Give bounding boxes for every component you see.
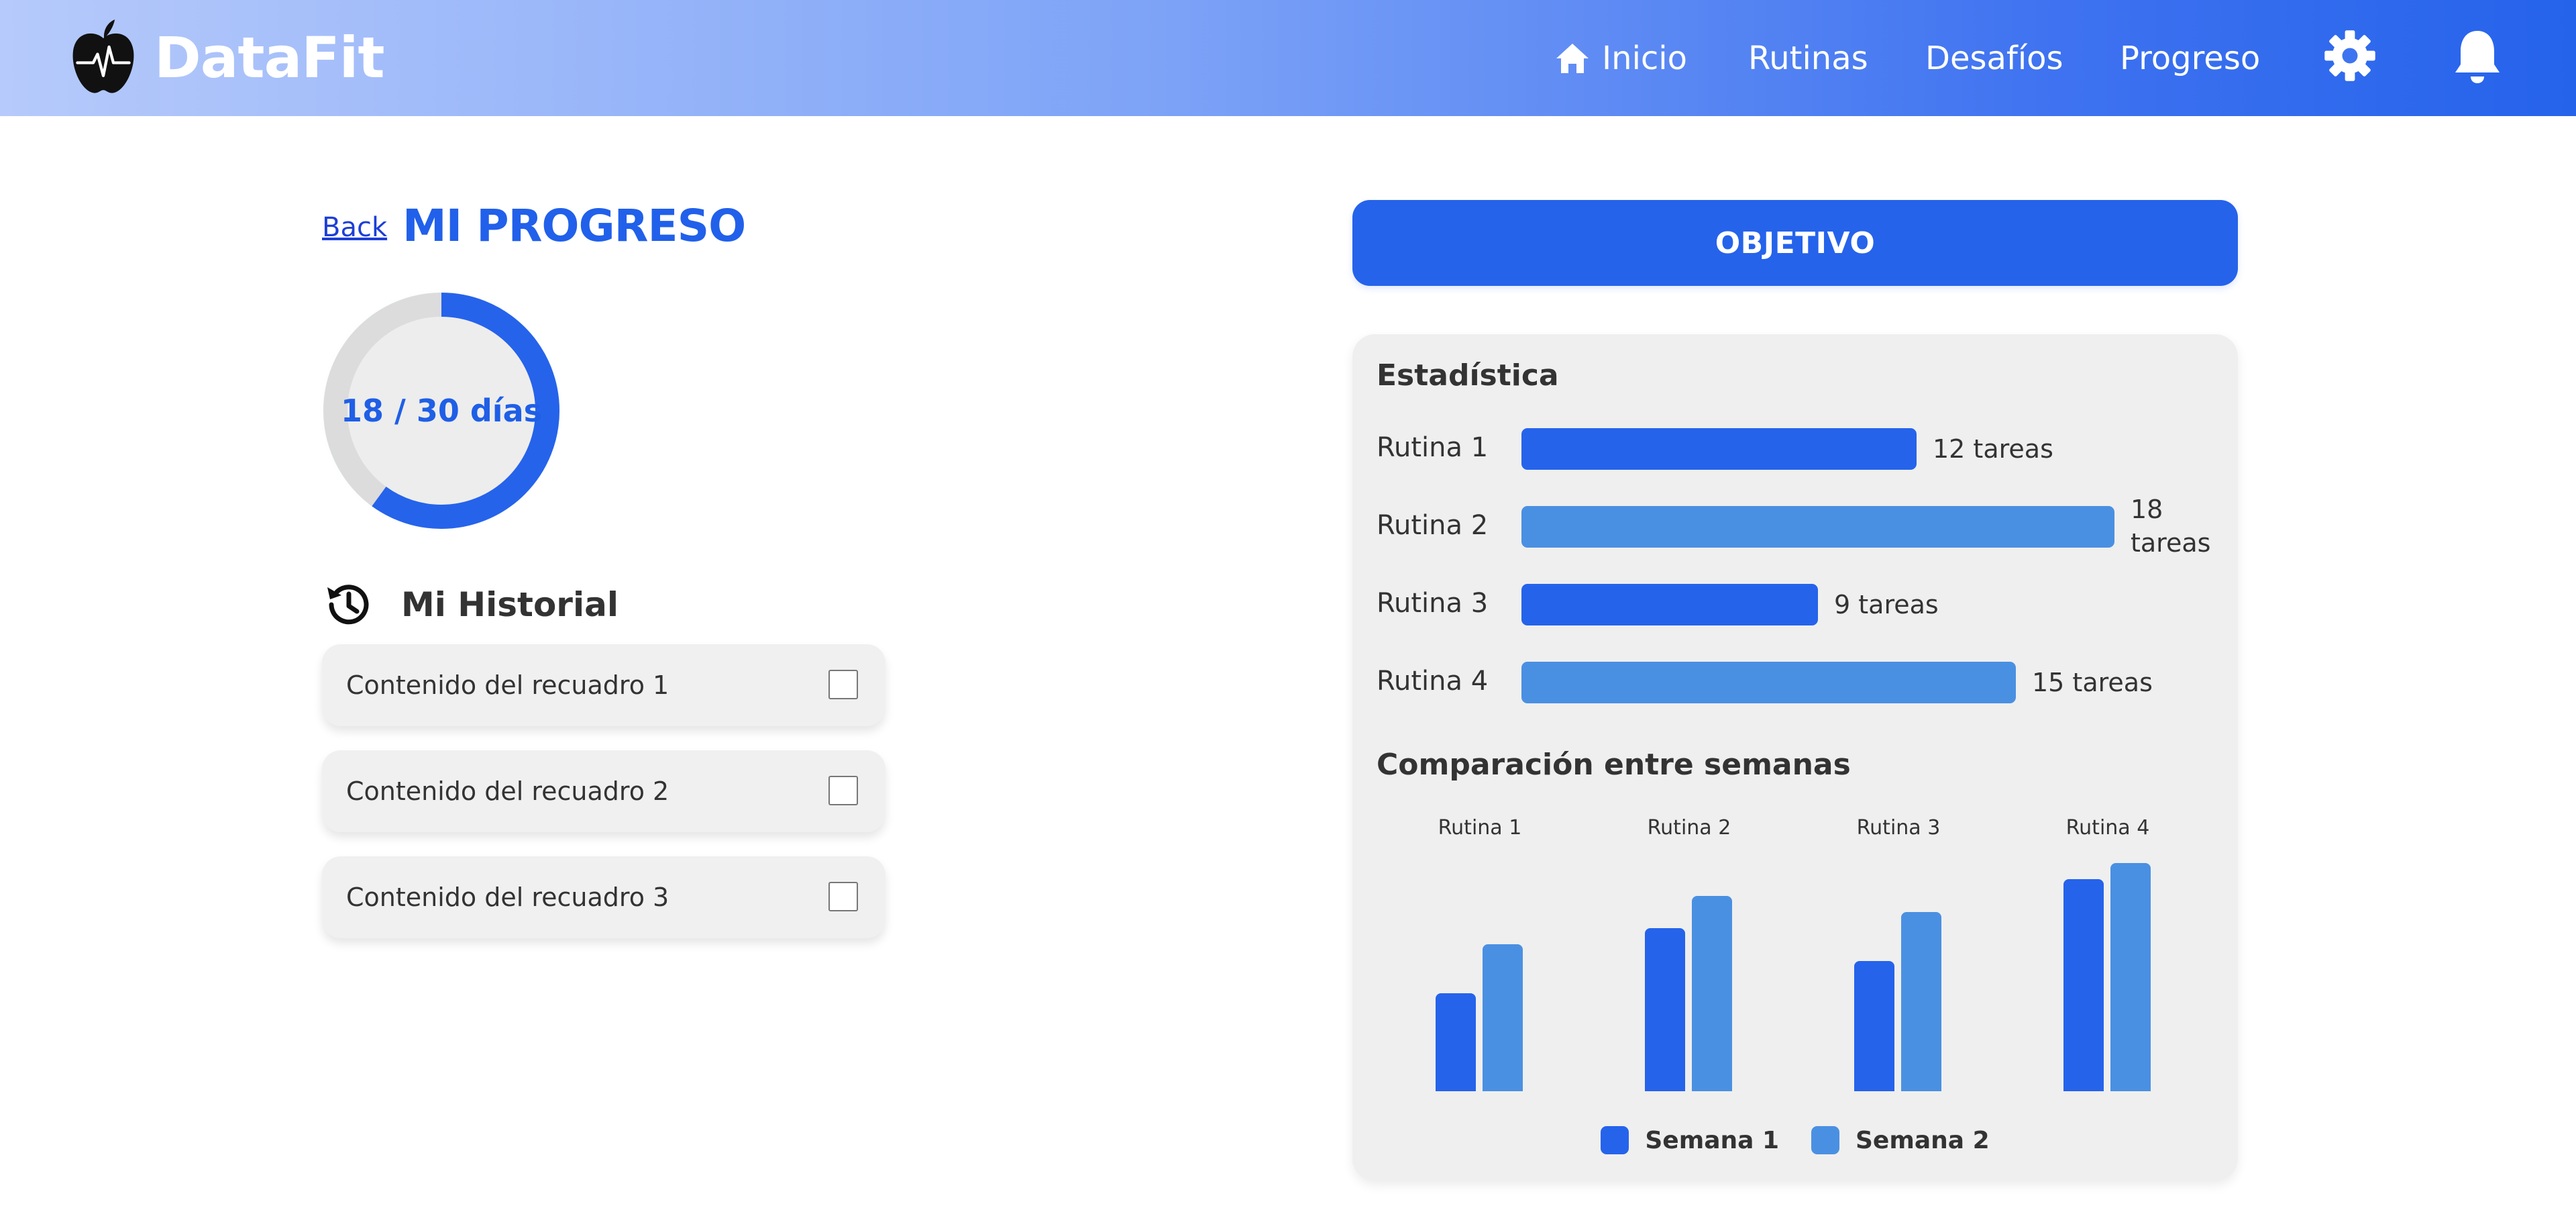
history-title: Mi Historial bbox=[401, 585, 619, 624]
progress-ring-label: 18 / 30 días bbox=[341, 393, 542, 429]
nav-inicio[interactable]: Inicio bbox=[1554, 35, 1687, 82]
statistics-card: Estadística Rutina 1 12 tareas Rutina 2 18 … bbox=[1352, 334, 2238, 1181]
comparison-bar bbox=[1483, 944, 1523, 1091]
routine-bar bbox=[1521, 662, 2016, 703]
routine-bar-value: 18 tareas bbox=[2131, 495, 2211, 558]
routine-bar bbox=[1521, 506, 2114, 548]
history-item[interactable]: Contenido del recuadro 1 bbox=[322, 644, 885, 726]
history-item-checkbox[interactable] bbox=[828, 882, 858, 911]
comparison-category-label: Rutina 2 bbox=[1647, 816, 1731, 840]
back-link[interactable]: Back bbox=[322, 212, 387, 243]
routine-bar bbox=[1521, 428, 1917, 470]
history-item-checkbox[interactable] bbox=[828, 776, 858, 805]
history-item-text: Contenido del recuadro 3 bbox=[346, 883, 669, 912]
routine-bar-label: Rutina 2 bbox=[1377, 510, 1489, 541]
top-navigation-bar: DataFit Inicio Rutinas Desafíos Progreso bbox=[0, 0, 2576, 116]
legend-swatch bbox=[1601, 1126, 1629, 1154]
nav-progreso[interactable]: Progreso bbox=[2120, 35, 2260, 82]
progress-ring: 18 / 30 días bbox=[314, 283, 569, 538]
gear-icon[interactable] bbox=[2322, 28, 2377, 83]
bell-icon[interactable] bbox=[2451, 27, 2504, 86]
home-icon bbox=[1556, 44, 1589, 73]
apple-heartbeat-logo-icon bbox=[72, 19, 134, 93]
comparison-category-label: Rutina 1 bbox=[1438, 816, 1522, 840]
routine-bar-value: 9 tareas bbox=[1834, 590, 1939, 619]
comparison-bar bbox=[2063, 879, 2104, 1091]
comparison-bar bbox=[1901, 912, 1941, 1091]
statistics-title: Estadística bbox=[1377, 358, 1559, 393]
comparison-title: Comparación entre semanas bbox=[1377, 748, 1851, 782]
comparison-category-label: Rutina 4 bbox=[2065, 816, 2150, 840]
nav-progreso-label: Progreso bbox=[2120, 40, 2261, 77]
legend-label: Semana 1 bbox=[1645, 1126, 1779, 1154]
routine-bar-value: 15 tareas bbox=[2032, 668, 2153, 697]
nav-desafios-label: Desafíos bbox=[1925, 40, 2063, 77]
history-item[interactable]: Contenido del recuadro 2 bbox=[322, 750, 885, 832]
routine-bar-label: Rutina 4 bbox=[1377, 666, 1489, 697]
nav-inicio-label: Inicio bbox=[1602, 40, 1688, 77]
legend-item: Semana 2 bbox=[1811, 1126, 1990, 1154]
legend-swatch bbox=[1811, 1126, 1839, 1154]
comparison-bar bbox=[1692, 896, 1732, 1091]
nav-rutinas[interactable]: Rutinas bbox=[1748, 35, 1868, 82]
nav-desafios[interactable]: Desafíos bbox=[1925, 35, 2063, 82]
brand-name: DataFit bbox=[154, 25, 385, 91]
comparison-bar bbox=[1645, 928, 1685, 1091]
comparison-category-label: Rutina 3 bbox=[1856, 816, 1941, 840]
routine-bar-label: Rutina 1 bbox=[1377, 432, 1489, 463]
legend-item: Semana 1 bbox=[1601, 1126, 1779, 1154]
routine-bar-value: 12 tareas bbox=[1933, 434, 2053, 464]
comparison-bar bbox=[2110, 863, 2151, 1091]
history-item-text: Contenido del recuadro 2 bbox=[346, 776, 669, 806]
comparison-bar bbox=[1436, 993, 1476, 1091]
chart-legend: Semana 1 Semana 2 bbox=[1352, 1123, 2238, 1157]
brand[interactable]: DataFit bbox=[67, 17, 385, 98]
history-item-checkbox[interactable] bbox=[828, 670, 858, 699]
routine-bar-label: Rutina 3 bbox=[1377, 588, 1489, 619]
history-icon bbox=[327, 585, 369, 625]
page-title: MI PROGRESO bbox=[402, 200, 746, 252]
nav-rutinas-label: Rutinas bbox=[1748, 40, 1868, 77]
legend-label: Semana 2 bbox=[1856, 1126, 1990, 1154]
routine-bar bbox=[1521, 584, 1818, 625]
comparison-bar bbox=[1854, 961, 1894, 1091]
history-header: Mi Historial bbox=[322, 578, 619, 631]
history-item-text: Contenido del recuadro 1 bbox=[346, 670, 669, 700]
history-item[interactable]: Contenido del recuadro 3 bbox=[322, 856, 885, 938]
objective-button[interactable]: OBJETIVO bbox=[1352, 200, 2238, 286]
